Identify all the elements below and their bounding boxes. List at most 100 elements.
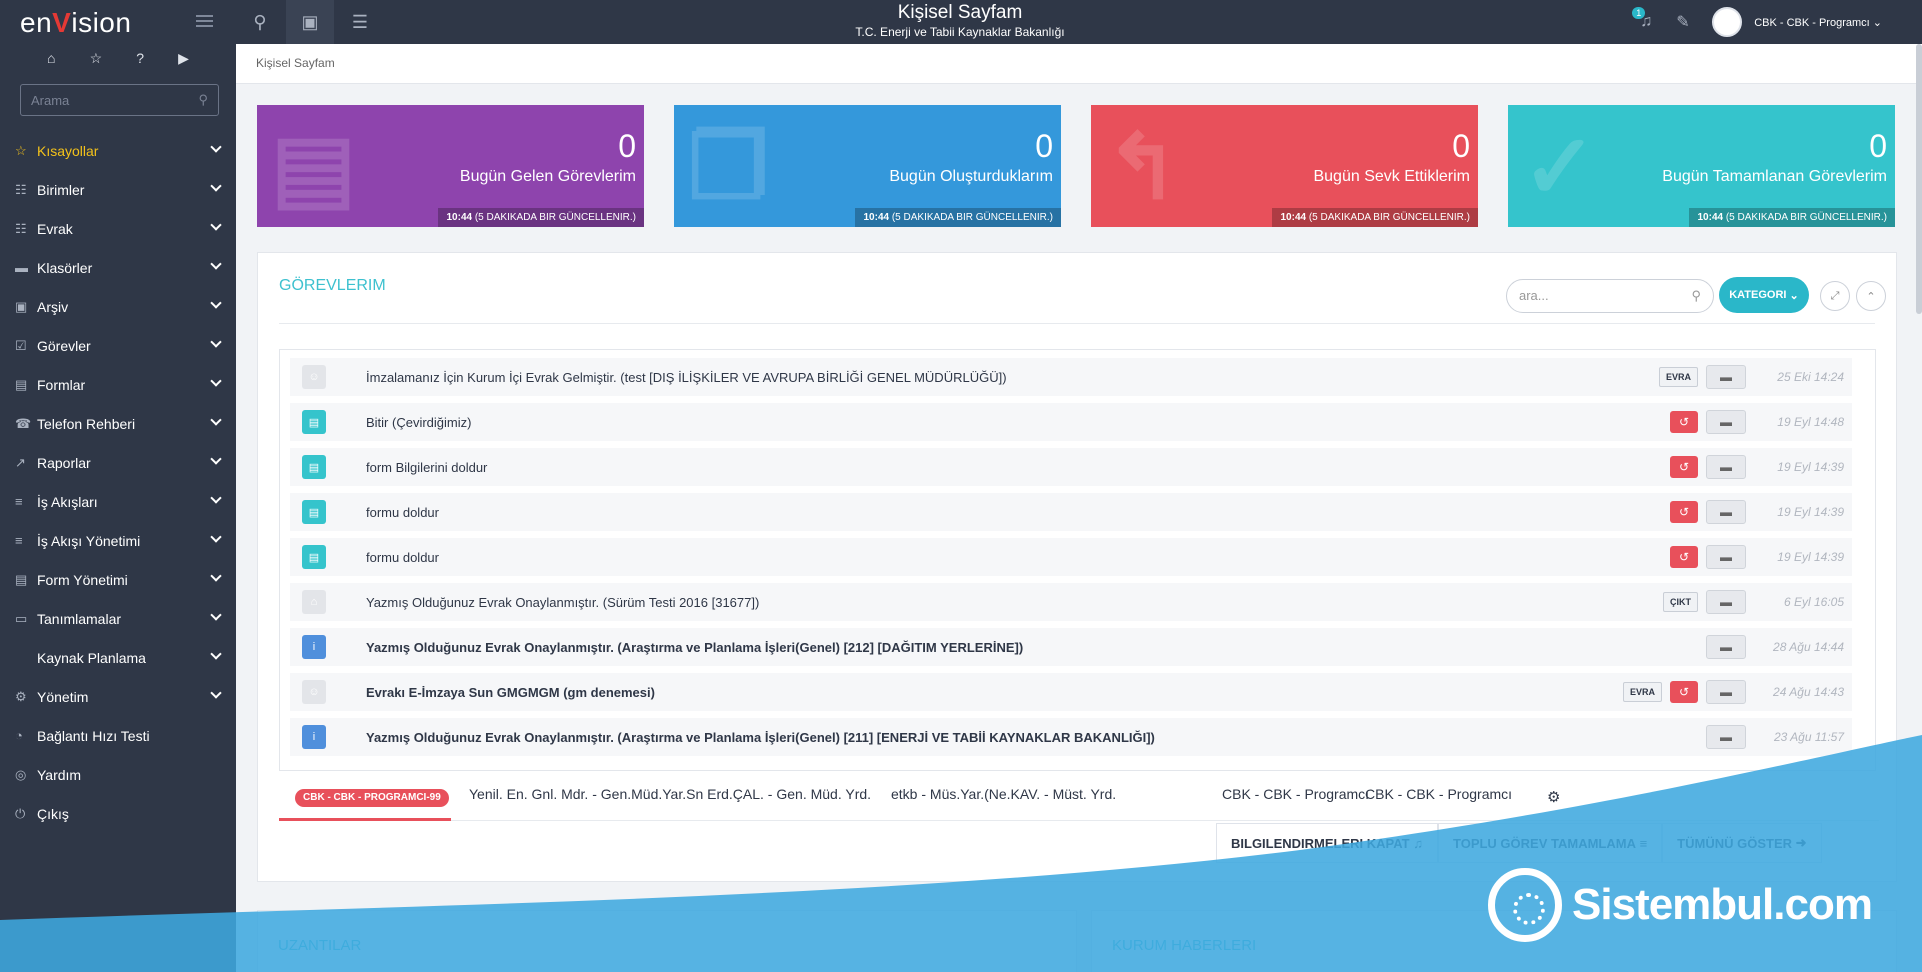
task-row[interactable]: i Yazmış Olduğunuz Evrak Onaylanmıştır. (… — [290, 718, 1852, 756]
tab-owner[interactable]: CBK - CBK - Programcı — [1222, 777, 1369, 821]
list-check-icon: ≡ — [1639, 835, 1648, 851]
sidebar-item[interactable]: ▤ Form Yönetimi — [0, 560, 236, 599]
barcode-icon[interactable]: ☰ — [336, 0, 384, 44]
breadcrumb-item[interactable]: Kişisel Sayfam — [256, 56, 335, 70]
sidebar-item[interactable]: ≡ İş Akışı Yönetimi — [0, 521, 236, 560]
overdue-clock-icon[interactable]: ↺ — [1670, 501, 1698, 523]
search-icon[interactable]: ⚲ — [236, 0, 284, 44]
tab-owner[interactable]: CBK - CBK - PROGRAMCI-99 — [279, 777, 451, 821]
message-icon[interactable]: ▬ — [1706, 365, 1746, 389]
task-text[interactable]: form Bilgilerini doldur — [366, 460, 487, 475]
tab-owner[interactable]: CBK - CBK - Programcı — [1365, 777, 1512, 821]
user-menu[interactable]: CBK - CBK - Programcı ⌄ — [1754, 16, 1882, 29]
category-dropdown-button[interactable]: KATEGORI ⌄ — [1719, 277, 1809, 313]
sidebar-item[interactable]: ☎ Telefon Rehberi — [0, 404, 236, 443]
task-text[interactable]: Yazmış Olduğunuz Evrak Onaylanmıştır. (S… — [366, 595, 759, 610]
overdue-clock-icon[interactable]: ↺ — [1670, 681, 1698, 703]
avatar[interactable] — [1712, 7, 1743, 37]
brand-logo[interactable]: enVision — [20, 7, 131, 39]
task-text[interactable]: İmzalamanız İçin Kurum İçi Evrak Gelmişt… — [366, 370, 1007, 385]
sidebar-item[interactable]: ▬ Klasörler — [0, 248, 236, 287]
tab-label: etkb - Müs.Yar.(Ne.KAV. - Müst. Yrd. — [891, 786, 1117, 802]
clipboard-icon: ▤ — [302, 455, 326, 479]
sidebar-item[interactable]: ▭ Tanımlamalar — [0, 599, 236, 638]
message-icon[interactable]: ▬ — [1706, 500, 1746, 524]
overdue-clock-icon[interactable]: ↺ — [1670, 411, 1698, 433]
sidebar-search-input[interactable]: Arama ⚲ — [20, 84, 219, 116]
message-icon[interactable]: ▬ — [1706, 635, 1746, 659]
sidebar-item[interactable]: ☷ Birimler — [0, 170, 236, 209]
task-row[interactable]: ▤ formu doldur ↺ ▬ 19 Eyl 14:39 — [290, 538, 1852, 576]
sidebar-item[interactable]: Kaynak Planlama — [0, 638, 236, 677]
stat-update-note: 10:44 (5 DAKIKADA BIR GÜNCELLENIR.) — [1272, 208, 1478, 227]
collapse-up-icon[interactable]: ⌃ — [1856, 281, 1886, 311]
tab-label: CBK - CBK - PROGRAMCI-99 — [295, 789, 449, 807]
stat-card-incoming[interactable]: ▤ 0 Bugün Gelen Görevlerim 10:44 (5 DAKI… — [257, 105, 644, 227]
sidebar-item[interactable]: ⏻ Çıkış — [0, 794, 236, 833]
overdue-clock-icon[interactable]: ↺ — [1670, 456, 1698, 478]
sidebar-item-label: Yardım — [37, 766, 82, 783]
sidebar-item[interactable]: ◎ Yardım — [0, 755, 236, 794]
sidebar-item[interactable]: ▤ Formlar — [0, 365, 236, 404]
gear-icon[interactable]: ⚙ — [1547, 788, 1560, 806]
task-date: 19 Eyl 14:39 — [1777, 505, 1844, 519]
expand-icon[interactable]: ⤢ — [1820, 281, 1850, 311]
show-all-button[interactable]: TÜMÜNÜ GÖSTER ➜ — [1662, 823, 1822, 863]
sidebar-item[interactable]: ☆ Kısayollar — [0, 131, 236, 170]
overdue-clock-icon[interactable]: ↺ — [1670, 546, 1698, 568]
task-date: 28 Ağu 14:44 — [1773, 640, 1844, 654]
notification-bell-icon[interactable]: ♫ 1 — [1632, 7, 1664, 31]
task-date: 19 Eyl 14:48 — [1777, 415, 1844, 429]
stat-card-completed[interactable]: ✓ 0 Bugün Tamamlanan Görevlerim 10:44 (5… — [1508, 105, 1895, 227]
stat-label: Bugün Tamamlanan Görevlerim — [1662, 168, 1887, 185]
arrow-circle-icon: ➜ — [1795, 835, 1807, 850]
scrollbar[interactable] — [1916, 44, 1922, 314]
tab-owner[interactable]: etkb - Müs.Yar.(Ne.KAV. - Müst. Yrd. — [891, 777, 1116, 821]
sidebar-item-label: Telefon Rehberi — [37, 415, 136, 432]
sidebar-item[interactable]: ◔ Bağlantı Hızı Testi — [0, 716, 236, 755]
task-row[interactable]: ▤ form Bilgilerini doldur ↺ ▬ 19 Eyl 14:39 — [290, 448, 1852, 486]
sidebar-item[interactable]: ≡ İş Akışları — [0, 482, 236, 521]
video-icon[interactable]: ▶ — [178, 50, 189, 67]
tasks-search-input[interactable]: ara... ⚲ — [1506, 279, 1714, 313]
close-notifications-button[interactable]: BILGILENDIRMELERI KAPAT ♫ — [1216, 823, 1438, 863]
notification-badge: 1 — [1632, 7, 1646, 19]
users-icon: ☺ — [302, 680, 326, 704]
message-icon[interactable]: ▬ — [1706, 410, 1746, 434]
task-row[interactable]: ☺ Evrakı E-İmzaya Sun GMGMGM (gm denemesi… — [290, 673, 1852, 711]
briefcase-icon[interactable]: ▣ — [286, 0, 334, 44]
task-text[interactable]: Yazmış Olduğunuz Evrak Onaylanmıştır. (A… — [366, 730, 1155, 745]
sidebar-item[interactable]: ▣ Arşiv — [0, 287, 236, 326]
task-row[interactable]: ▤ formu doldur ↺ ▬ 19 Eyl 14:39 — [290, 493, 1852, 531]
hamburger-menu-icon[interactable] — [196, 15, 213, 27]
sidebar-item[interactable]: ↗ Raporlar — [0, 443, 236, 482]
task-row[interactable]: i Yazmış Olduğunuz Evrak Onaylanmıştır. (… — [290, 628, 1852, 666]
sidebar-item[interactable]: ☷ Evrak — [0, 209, 236, 248]
message-icon[interactable]: ▬ — [1706, 455, 1746, 479]
task-row[interactable]: ⌂ Yazmış Olduğunuz Evrak Onaylanmıştır. (… — [290, 583, 1852, 621]
task-text[interactable]: Yazmış Olduğunuz Evrak Onaylanmıştır. (A… — [366, 640, 1023, 655]
task-text[interactable]: formu doldur — [366, 505, 439, 520]
bulk-complete-button[interactable]: TOPLU GÖREV TAMAMLAMA ≡ — [1438, 823, 1663, 863]
message-icon[interactable]: ▬ — [1706, 545, 1746, 569]
stat-card-created[interactable]: ❐ 0 Bugün Oluşturduklarım 10:44 (5 DAKIK… — [674, 105, 1061, 227]
message-icon[interactable]: ▬ — [1706, 680, 1746, 704]
sidebar-item[interactable]: ⚙ Yönetim — [0, 677, 236, 716]
message-icon[interactable]: ▬ — [1706, 590, 1746, 614]
task-row[interactable]: ☺ İmzalamanız İçin Kurum İçi Evrak Gelmiş… — [290, 358, 1852, 396]
edit-icon[interactable]: ✎ — [1676, 12, 1700, 32]
task-text[interactable]: formu doldur — [366, 550, 439, 565]
divider — [279, 323, 1875, 324]
message-icon[interactable]: ▬ — [1706, 725, 1746, 749]
task-text[interactable]: Bitir (Çevirdiğimiz) — [366, 415, 471, 430]
sidebar-item-label: Kısayollar — [37, 142, 99, 159]
stat-card-forwarded[interactable]: ↰ 0 Bugün Sevk Ettiklerim 10:44 (5 DAKIK… — [1091, 105, 1478, 227]
help-icon[interactable]: ? — [136, 50, 144, 66]
clipboard-icon: ▤ — [302, 410, 326, 434]
task-row[interactable]: ▤ Bitir (Çevirdiğimiz) ↺ ▬ 19 Eyl 14:48 — [290, 403, 1852, 441]
tab-owner[interactable]: Yenil. En. Gnl. Mdr. - Gen.Müd.Yar.Sn Er… — [469, 777, 871, 821]
task-text[interactable]: Evrakı E-İmzaya Sun GMGMGM (gm denemesi) — [366, 685, 655, 700]
sidebar-item[interactable]: ☑ Görevler — [0, 326, 236, 365]
home-icon[interactable]: ⌂ — [47, 50, 55, 66]
favorite-star-icon[interactable]: ☆ — [90, 50, 103, 67]
